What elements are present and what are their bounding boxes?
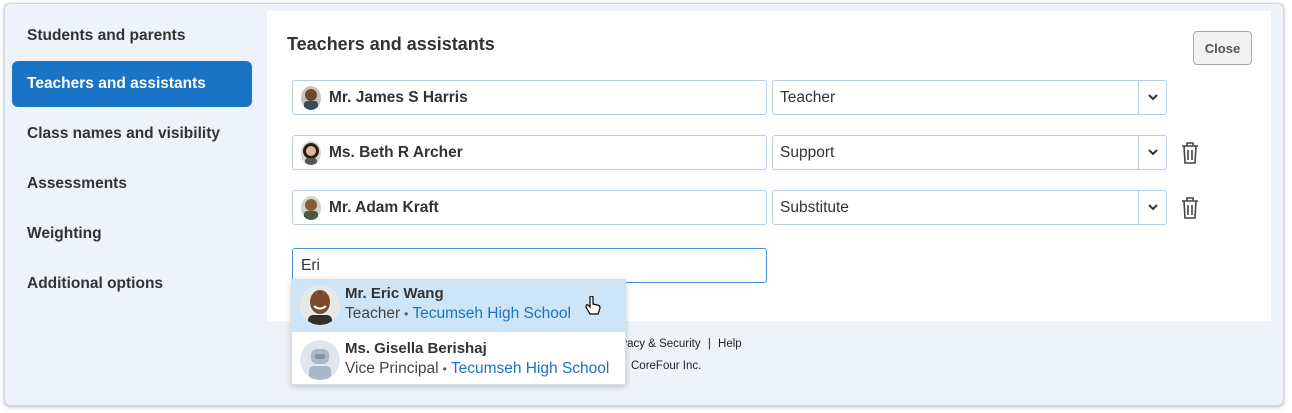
page-title: Teachers and assistants (287, 34, 495, 54)
result-school: Tecumseh High School (450, 360, 610, 377)
avatar (300, 285, 340, 325)
sidebar-item-weighting[interactable]: Weighting (12, 211, 252, 257)
avatar (301, 140, 321, 165)
role-value: Teacher (780, 88, 836, 106)
trash-icon[interactable] (1180, 196, 1202, 220)
sidebar-item-students-parents[interactable]: Students and parents (12, 13, 252, 59)
trash-icon[interactable] (1180, 141, 1202, 165)
footer-copyright: CoreFour Inc. (631, 360, 702, 372)
role-select[interactable]: Support (772, 135, 1167, 170)
result-details: Teacher • Tecumseh High School (345, 305, 571, 323)
staff-row: Ms. Beth R Archer Support (292, 135, 1252, 170)
separator-dot: • (442, 362, 447, 376)
privacy-link[interactable]: rivacy & Security (615, 338, 701, 350)
help-link[interactable]: Help (718, 338, 742, 350)
avatar (301, 85, 321, 110)
chevron-down-icon[interactable] (1138, 191, 1166, 224)
result-name: Ms. Gisella Berishaj (345, 340, 487, 357)
sidebar-item-class-names-visibility[interactable]: Class names and visibility (12, 111, 252, 157)
chevron-down-icon[interactable] (1138, 81, 1166, 114)
main-panel: Teachers and assistants Close Mr. James … (267, 11, 1271, 321)
separator-dot: • (404, 307, 409, 321)
staff-name: Mr. James S Harris (329, 88, 468, 106)
robot-avatar-icon (300, 340, 340, 380)
result-details: Vice Principal • Tecumseh High School (345, 360, 609, 378)
sidebar-item-teachers-assistants[interactable]: Teachers and assistants (12, 61, 252, 107)
avatar (301, 195, 321, 220)
result-role: Vice Principal (345, 360, 439, 377)
result-school: Tecumseh High School (412, 305, 571, 322)
search-results-dropdown: Mr. Eric Wang Teacher • Tecumseh High Scho… (291, 279, 626, 385)
staff-row: Mr. Adam Kraft Substitute (292, 190, 1252, 225)
staff-name: Mr. Adam Kraft (329, 198, 439, 216)
role-select[interactable]: Substitute (772, 190, 1167, 225)
role-value: Support (780, 143, 835, 161)
footer-separator: | (707, 338, 711, 350)
staff-name-field[interactable]: Ms. Beth R Archer (292, 135, 767, 170)
staff-search-input[interactable] (292, 248, 767, 283)
role-select[interactable]: Teacher (772, 80, 1167, 115)
sidebar: Students and parents Teachers and assist… (5, 4, 260, 405)
sidebar-item-additional-options[interactable]: Additional options (12, 261, 252, 307)
app-window: Students and parents Teachers and assist… (4, 3, 1284, 406)
sidebar-item-assessments[interactable]: Assessments (12, 161, 252, 207)
result-role: Teacher (345, 305, 401, 322)
role-value: Substitute (780, 198, 849, 216)
close-button[interactable]: Close (1193, 31, 1252, 65)
search-result-item[interactable]: Ms. Gisella Berishaj Vice Principal • Tecu… (292, 335, 625, 387)
footer-links: rivacy & Security | Help (615, 338, 746, 350)
staff-name: Ms. Beth R Archer (329, 143, 463, 161)
staff-name-field[interactable]: Mr. James S Harris (292, 80, 767, 115)
search-result-item[interactable]: Mr. Eric Wang Teacher • Tecumseh High Scho… (292, 280, 625, 332)
staff-row: Mr. James S Harris Teacher (292, 80, 1252, 115)
pointer-cursor-icon (584, 295, 602, 318)
result-name: Mr. Eric Wang (345, 285, 444, 302)
staff-name-field[interactable]: Mr. Adam Kraft (292, 190, 767, 225)
chevron-down-icon[interactable] (1138, 136, 1166, 169)
